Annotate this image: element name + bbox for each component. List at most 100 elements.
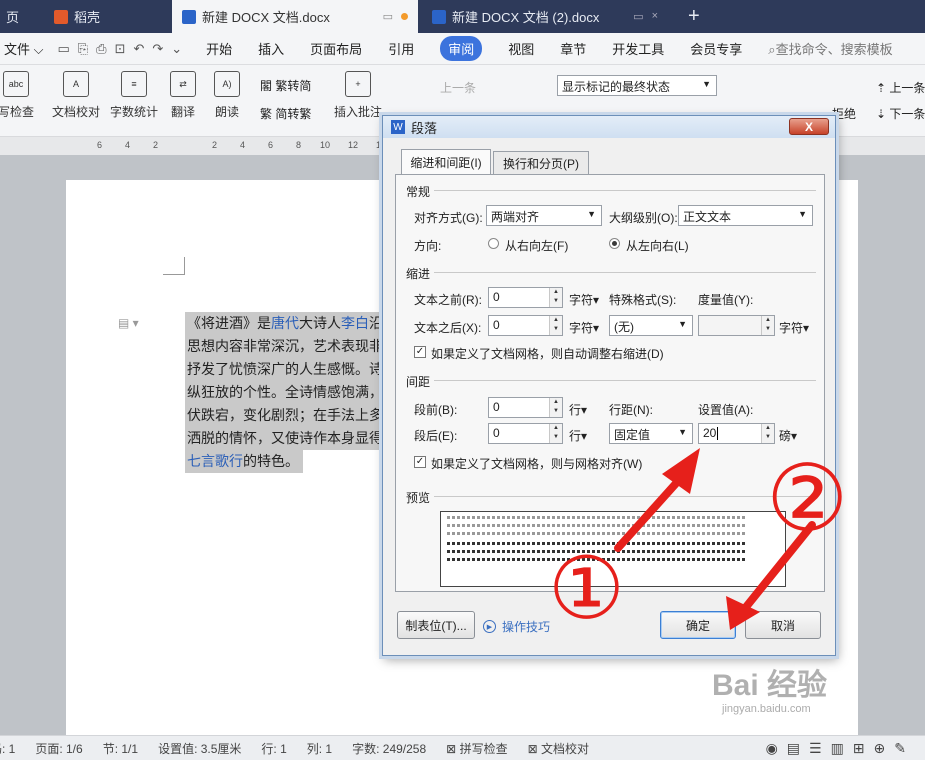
dialog-title-bar: W 段落 X [383, 116, 835, 138]
rtl-radio[interactable] [488, 238, 499, 249]
window-icon[interactable]: ▭ [383, 10, 393, 23]
direction-label: 方向: [414, 239, 442, 253]
align-select[interactable]: 两端对齐 [486, 205, 602, 226]
after-para-label: 段后(E): [414, 429, 458, 443]
new-tab-button[interactable]: + [678, 0, 714, 33]
set-value-input[interactable]: 20 ▲ ▼ [698, 423, 775, 444]
markup-state-select[interactable]: 显示标记的最终状态 [557, 75, 717, 96]
plus-icon: + [688, 5, 700, 27]
cancel-button[interactable]: 取消 [745, 611, 821, 639]
read-aloud-button[interactable]: A) 朗读 [214, 71, 240, 120]
word-icon: W [391, 120, 405, 134]
text-line: 纵狂放的个性。全诗情感饱满， [185, 381, 385, 404]
set-value-unit[interactable]: 磅▾ [779, 427, 797, 444]
paragraph-handle-icon[interactable]: ▤ ▾ [118, 316, 139, 330]
menu-item-references[interactable]: 引用 [388, 39, 414, 58]
outline-select[interactable]: 正文文本 [678, 205, 813, 226]
tab-doc-1[interactable]: 新建 DOCX 文档.docx ▭ [172, 0, 418, 33]
measure-unit[interactable]: 字符▾ [779, 319, 809, 336]
tab-doc-2[interactable]: 新建 DOCX 文档 (2).docx ▭ × [422, 0, 668, 33]
before-text-label: 文本之前(R): [414, 293, 482, 307]
menu-item-review[interactable]: 审阅 [440, 36, 483, 61]
ltr-label: 从左向右(L) [626, 239, 689, 253]
ltr-radio[interactable] [609, 238, 620, 249]
status-words[interactable]: 字数: 249/258 [352, 740, 426, 757]
menu-file[interactable]: 文件 ⌵ [4, 39, 43, 58]
t2s-button[interactable]: 閣 繁转简 [260, 77, 311, 94]
status-section[interactable]: 节: 1/1 [103, 740, 138, 757]
auto-adjust-checkbox[interactable]: ✓ [414, 346, 426, 358]
tab-indent-spacing[interactable]: 缩进和间距(I) [401, 149, 491, 175]
before-para-input[interactable]: 0 ▲ ▼ [488, 397, 563, 418]
tab-home[interactable]: 页 [0, 0, 38, 33]
speaker-icon: A) [214, 71, 240, 97]
status-col[interactable]: 列: 1 [307, 740, 332, 757]
before-text-input[interactable]: 0 ▲ ▼ [488, 287, 563, 308]
status-setting[interactable]: 设置值: 3.5厘米 [158, 740, 241, 757]
title-bar: 页 稻壳 新建 DOCX 文档.docx ▭ 新建 DOCX 文档 (2).doc… [0, 0, 925, 33]
comment-icon: + [345, 71, 371, 97]
measure-input[interactable]: ▲ ▼ [698, 315, 775, 336]
close-button[interactable]: X [789, 118, 829, 135]
line-spacing-select[interactable]: 固定值 [609, 423, 693, 444]
spell-check-button[interactable]: abc 写检查 [0, 71, 34, 120]
s2t-button[interactable]: 繁 简转繁 [260, 105, 311, 122]
menu-item-view[interactable]: 视图 [508, 39, 534, 58]
insert-comment-button[interactable]: + 插入批注 [334, 71, 382, 120]
tab-stops-button[interactable]: 制表位(T)... [397, 611, 475, 639]
menu-item-home[interactable]: 开始 [206, 39, 232, 58]
after-para-unit[interactable]: 行▾ [569, 427, 587, 444]
search-input[interactable]: ⌕查找命令、搜索模板 [768, 39, 892, 58]
status-page[interactable]: 页码: 1 [0, 740, 15, 757]
menu-bar: 文件 ⌵ ▭⎘⎙⊡↶↷⌄ 开始 插入 页面布局 引用 审阅 视图 章节 开发工具… [0, 33, 925, 65]
next-change-button[interactable]: ⇣ 下一条 [876, 105, 925, 122]
text-line: 伏跌宕，变化剧烈；在手法上多 [185, 404, 385, 427]
spin-arrows-icon: ▲ ▼ [761, 424, 774, 443]
status-bar: 页码: 1 页面: 1/6 节: 1/1 设置值: 3.5厘米 行: 1 列: … [0, 735, 925, 760]
after-para-input[interactable]: 0 ▲ ▼ [488, 423, 563, 444]
spin-arrows-icon: ▲ ▼ [549, 424, 562, 443]
window-icon[interactable]: ▭ [633, 10, 643, 23]
menu-item-dev-tools[interactable]: 开发工具 [612, 39, 664, 58]
translate-button[interactable]: ⇄ 翻译 [170, 71, 196, 120]
prev-comment-button[interactable]: 上一条 [440, 79, 476, 96]
menu-item-chapter[interactable]: 章节 [560, 39, 586, 58]
tab-label: 稻壳 [74, 10, 101, 25]
status-row[interactable]: 行: 1 [261, 740, 286, 757]
status-proof[interactable]: ⊠ 文档校对 [528, 740, 589, 757]
translate-icon: ⇄ [170, 71, 196, 97]
proof-button[interactable]: A 文档校对 [52, 71, 100, 120]
word-icon [432, 9, 446, 24]
menu-item-member[interactable]: 会员专享 [690, 39, 742, 58]
menu-item-layout[interactable]: 页面布局 [310, 39, 362, 58]
proof-icon: A [63, 71, 89, 97]
view-mode-icons[interactable]: ◉▤☰▥⊞⊕✎ [766, 740, 915, 757]
tips-link[interactable]: ▶ 操作技巧 [483, 618, 550, 635]
prev-change-button[interactable]: ⇡ 上一条 [876, 79, 925, 96]
abc-icon: abc [3, 71, 29, 97]
grid-align-checkbox[interactable]: ✓ [414, 456, 426, 468]
document-text[interactable]: 《将进酒》是唐代大诗人李白沿 思想内容非常深沉，艺术表现非 抒发了忧愤深广的人生… [185, 312, 385, 473]
ok-button[interactable]: 确定 [660, 611, 736, 639]
spin-arrows-icon: ▲ ▼ [549, 316, 562, 335]
tab-label: 新建 DOCX 文档 (2).docx [452, 10, 600, 25]
close-icon[interactable]: × [652, 10, 658, 23]
spell-check-icon: ⊠ [446, 741, 457, 756]
word-count-button[interactable]: ≡ 字数统计 [110, 71, 158, 120]
watermark-url: jingyan.baidu.com [722, 703, 811, 715]
tab-docer[interactable]: 稻壳 [44, 0, 168, 33]
special-select[interactable]: (无) [609, 315, 693, 336]
tab-line-page-break[interactable]: 换行和分页(P) [493, 151, 589, 175]
status-pages[interactable]: 页面: 1/6 [35, 740, 82, 757]
word-icon [182, 9, 196, 24]
before-text-unit[interactable]: 字符▾ [569, 291, 599, 308]
align-label: 对齐方式(G): [414, 211, 483, 225]
after-text-input[interactable]: 0 ▲ ▼ [488, 315, 563, 336]
text-line: 洒脱的情怀，又使诗作本身显得 [185, 427, 385, 450]
menu-item-insert[interactable]: 插入 [258, 39, 284, 58]
section-indent: 缩进 [406, 267, 817, 281]
after-text-unit[interactable]: 字符▾ [569, 319, 599, 336]
before-para-unit[interactable]: 行▾ [569, 401, 587, 418]
status-spell-check[interactable]: ⊠ 拼写检查 [446, 740, 507, 757]
quick-access-icons[interactable]: ▭⎘⎙⊡↶↷⌄ [57, 41, 190, 57]
